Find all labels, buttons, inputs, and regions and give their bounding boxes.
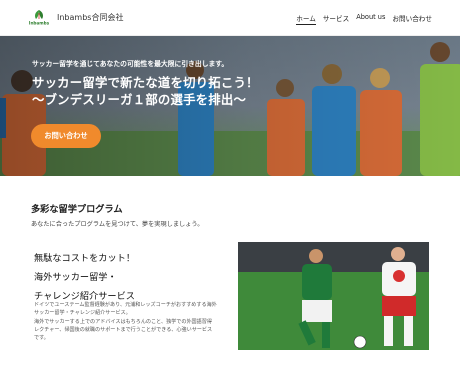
logo-text: Inbambs bbox=[29, 21, 50, 26]
card-body-line3: 海外でサッカーする上でのアドバイスはもちろんのこと、独学での外国語習得 bbox=[34, 318, 212, 325]
site-header: Inbambs Inbambs合同会社 ホーム サービス About us お問… bbox=[0, 0, 460, 36]
hero-title: サッカー留学で新たな道を切り拓こう！ 〜ブンデスリーガ１部の選手を排出〜 bbox=[32, 74, 259, 108]
card-body-line1: ドイツでユーステーム監督経験があり、元浦和レッズコーチがおすすめする海外 bbox=[34, 302, 217, 308]
nav-about[interactable]: About us bbox=[356, 13, 385, 25]
nav-home[interactable]: ホーム bbox=[296, 13, 316, 25]
football-match-image bbox=[238, 242, 429, 350]
hero-title-line2: 〜ブンデスリーガ１部の選手を排出〜 bbox=[32, 92, 247, 107]
card-body-line5: です。 bbox=[34, 335, 49, 342]
hero-subtitle: サッカー留学を通じてあなたの可能性を最大限に引き出します。 bbox=[32, 60, 229, 68]
card-body-line2: サッカー留学・チャレンジ紹介サービス。 bbox=[34, 310, 131, 317]
match-photo bbox=[238, 242, 429, 350]
card-body: ドイツでユーステーム監督経験があり、元浦和レッズコーチがおすすめする海外 サッカ… bbox=[34, 301, 224, 342]
brand-name[interactable]: Inbambs合同会社 bbox=[57, 12, 123, 23]
card-title-line2: 海外サッカー留学・ bbox=[34, 272, 117, 283]
main-nav: ホーム サービス About us お問い合わせ bbox=[296, 13, 432, 25]
card-body-line4: レクチャー、帰国後の就職のサポートまで行うことができる、心強いサービス bbox=[34, 326, 213, 333]
card-title: 無駄なコストをカット！ 海外サッカー留学・ チャレンジ紹介サービス bbox=[34, 249, 135, 306]
section-title: 多彩な留学プログラム bbox=[31, 204, 123, 215]
nav-contact[interactable]: お問い合わせ bbox=[392, 13, 432, 25]
company-logo[interactable]: Inbambs bbox=[26, 8, 52, 26]
nav-services[interactable]: サービス bbox=[323, 13, 349, 25]
hero-title-line1: サッカー留学で新たな道を切り拓こう！ bbox=[32, 75, 259, 90]
section-description: あなたに合ったプログラムを見つけて、夢を実現しましょう。 bbox=[31, 221, 204, 228]
contact-button[interactable]: お問い合わせ bbox=[31, 124, 101, 148]
hero-banner: サッカー留学を通じてあなたの可能性を最大限に引き出します。 サッカー留学で新たな… bbox=[0, 36, 460, 176]
card-title-line1: 無駄なコストをカット！ bbox=[34, 253, 136, 264]
leaf-logo-icon: Inbambs bbox=[29, 10, 50, 26]
